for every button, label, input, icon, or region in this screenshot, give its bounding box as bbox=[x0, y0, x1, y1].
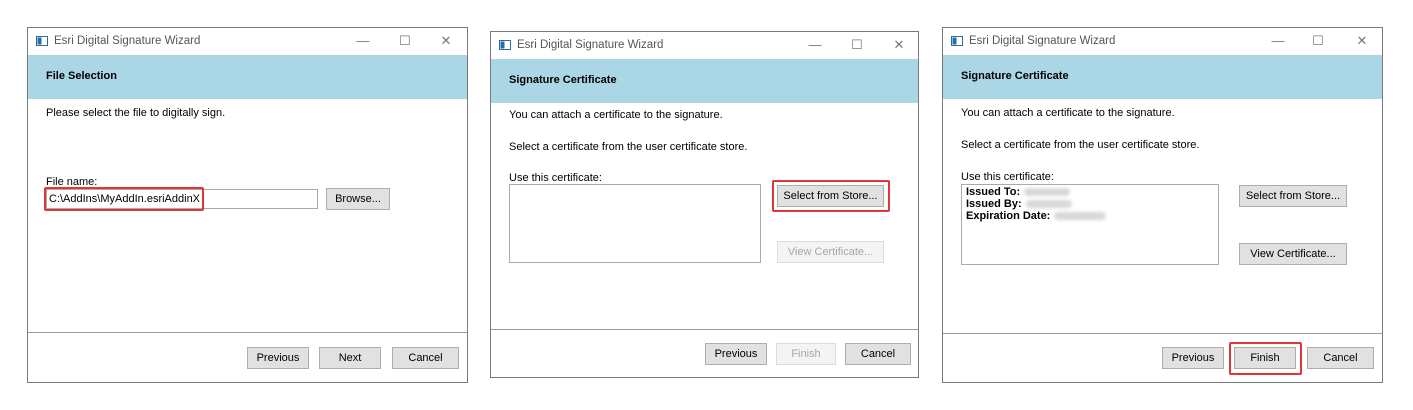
view-certificate-button[interactable]: View Certificate... bbox=[777, 241, 884, 263]
footer-divider bbox=[943, 333, 1382, 334]
instructions-text: Please select the file to digitally sign… bbox=[46, 107, 226, 119]
window-title: Esri Digital Signature Wizard bbox=[517, 39, 664, 51]
browse-button[interactable]: Browse... bbox=[326, 188, 390, 210]
select-from-store-button[interactable]: Select from Store... bbox=[1239, 185, 1347, 207]
app-icon bbox=[36, 36, 48, 46]
previous-button[interactable]: Previous bbox=[1162, 347, 1224, 369]
minimize-icon[interactable]: — bbox=[1269, 32, 1287, 50]
page-title: Signature Certificate bbox=[961, 70, 1069, 82]
page-title: File Selection bbox=[46, 70, 117, 82]
instruction-line-2: Select a certificate from the user certi… bbox=[961, 139, 1200, 151]
highlight-box bbox=[44, 187, 204, 211]
page-title: Signature Certificate bbox=[509, 74, 617, 86]
previous-button[interactable]: Previous bbox=[705, 343, 767, 365]
file-selection-dialog: Esri Digital Signature Wizard — ☐ ✕ File… bbox=[27, 27, 468, 383]
minimize-icon[interactable]: — bbox=[354, 32, 372, 50]
instruction-line-1: You can attach a certificate to the sign… bbox=[509, 109, 723, 121]
previous-button[interactable]: Previous bbox=[247, 347, 309, 369]
redacted-value bbox=[1024, 188, 1071, 197]
title-bar: Esri Digital Signature Wizard — ☐ ✕ bbox=[943, 28, 1382, 54]
view-certificate-button[interactable]: View Certificate... bbox=[1239, 243, 1347, 265]
footer-divider bbox=[28, 332, 467, 333]
issued-by-label: Issued By: bbox=[966, 198, 1022, 210]
certificate-box[interactable]: Issued To: Issued By: Expiration Date: bbox=[961, 184, 1219, 265]
maximize-icon[interactable]: ☐ bbox=[1309, 32, 1327, 50]
footer-divider bbox=[491, 329, 918, 330]
signature-certificate-dialog-selected: Esri Digital Signature Wizard — ☐ ✕ Sign… bbox=[942, 27, 1383, 383]
next-button[interactable]: Next bbox=[319, 347, 381, 369]
cancel-button[interactable]: Cancel bbox=[845, 343, 911, 365]
certificate-label: Use this certificate: bbox=[509, 172, 602, 184]
expiration-row: Expiration Date: bbox=[966, 210, 1107, 222]
issued-by-row: Issued By: bbox=[966, 198, 1072, 210]
title-bar: Esri Digital Signature Wizard — ☐ ✕ bbox=[491, 32, 918, 58]
app-icon bbox=[499, 40, 511, 50]
window-title: Esri Digital Signature Wizard bbox=[54, 35, 201, 47]
expiration-label: Expiration Date: bbox=[966, 210, 1051, 222]
cancel-button[interactable]: Cancel bbox=[1307, 347, 1374, 369]
header-band: Signature Certificate bbox=[943, 55, 1382, 99]
redacted-value bbox=[1025, 200, 1072, 209]
maximize-icon[interactable]: ☐ bbox=[848, 36, 866, 54]
redacted-value bbox=[1054, 212, 1107, 221]
finish-button[interactable]: Finish bbox=[776, 343, 836, 365]
maximize-icon[interactable]: ☐ bbox=[396, 32, 414, 50]
certificate-label: Use this certificate: bbox=[961, 171, 1054, 183]
certificate-box[interactable] bbox=[509, 184, 761, 263]
title-bar: Esri Digital Signature Wizard — ☐ ✕ bbox=[28, 28, 467, 54]
close-icon[interactable]: ✕ bbox=[890, 36, 908, 54]
instruction-line-2: Select a certificate from the user certi… bbox=[509, 141, 748, 153]
close-icon[interactable]: ✕ bbox=[1353, 32, 1371, 50]
app-icon bbox=[951, 36, 963, 46]
issued-to-label: Issued To: bbox=[966, 186, 1021, 198]
signature-certificate-dialog: Esri Digital Signature Wizard — ☐ ✕ Sign… bbox=[490, 31, 919, 378]
instruction-line-1: You can attach a certificate to the sign… bbox=[961, 107, 1175, 119]
header-band: File Selection bbox=[28, 55, 467, 99]
highlight-box bbox=[1229, 342, 1302, 375]
header-band: Signature Certificate bbox=[491, 59, 918, 103]
highlight-box bbox=[772, 180, 890, 212]
close-icon[interactable]: ✕ bbox=[437, 32, 455, 50]
minimize-icon[interactable]: — bbox=[806, 36, 824, 54]
issued-to-row: Issued To: bbox=[966, 186, 1071, 198]
cancel-button[interactable]: Cancel bbox=[392, 347, 459, 369]
window-title: Esri Digital Signature Wizard bbox=[969, 35, 1116, 47]
